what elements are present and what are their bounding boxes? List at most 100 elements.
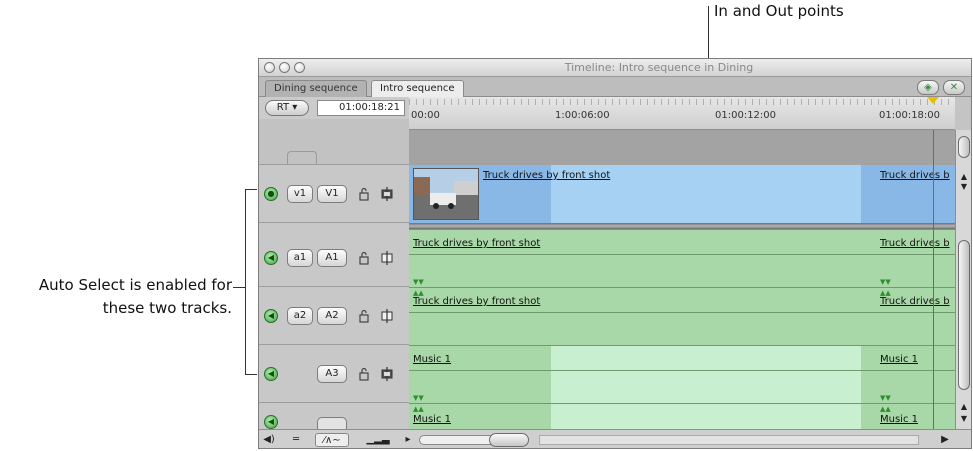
auto-select-callout-line2: these two tracks. xyxy=(102,299,232,317)
audio-level-line xyxy=(409,370,955,371)
zoom-slider-thumb[interactable] xyxy=(489,433,529,447)
zoom-window-button[interactable] xyxy=(294,62,305,73)
speaker-icon[interactable]: ◀ xyxy=(264,415,278,429)
empty-patch-slot xyxy=(287,151,317,165)
clip-name-a1-right: Truck drives b xyxy=(880,238,950,249)
title-bar: Timeline: Intro sequence in Dining xyxy=(259,59,971,77)
auto-select-icon[interactable] xyxy=(381,309,393,323)
clip-overlays-icon[interactable]: ⁄∧∼ xyxy=(315,433,349,447)
track-a3-clip[interactable]: Music 1 Music 1 ▼▼ ▼▼ xyxy=(409,345,955,403)
tab-dining-sequence[interactable]: Dining sequence xyxy=(265,80,367,97)
empty-video-header xyxy=(259,119,409,165)
auto-select-icon[interactable] xyxy=(381,251,393,265)
source-control-v1[interactable]: v1 xyxy=(287,185,313,203)
track-visibility-icon[interactable]: ● xyxy=(264,187,278,201)
auto-select-icon[interactable] xyxy=(381,187,393,201)
window-title: Timeline: Intro sequence in Dining xyxy=(564,61,754,74)
clip-name-a2-right: Truck drives b xyxy=(880,296,950,307)
destination-control-a4[interactable] xyxy=(317,417,347,429)
scroll-right-arrow-icon[interactable]: ▶ xyxy=(939,433,951,447)
track-header-a2: ◀ a2 A2 xyxy=(259,287,409,345)
ruler-label-start: 00:00 xyxy=(411,110,440,121)
timecode-field[interactable]: 01:00:18:21 xyxy=(317,100,405,116)
track-header-a4: ◀ xyxy=(259,403,409,429)
track-a1-clip[interactable]: Truck drives by front shot Truck drives … xyxy=(409,229,955,287)
audio-scroll-thumb[interactable] xyxy=(958,240,970,390)
close-window-button[interactable] xyxy=(264,62,275,73)
clip-name-a3-right: Music 1 xyxy=(880,354,918,365)
callout-bracket-top xyxy=(245,189,257,190)
in-out-points-callout: In and Out points xyxy=(714,2,844,20)
speaker-icon[interactable]: ◀ xyxy=(264,309,278,323)
horizontal-scrollbar[interactable] xyxy=(539,435,919,445)
ruler-ticks xyxy=(409,99,955,105)
clip-name-v1: Truck drives by front shot xyxy=(483,170,611,181)
destination-control-a3[interactable]: A3 xyxy=(317,365,347,383)
track-header-v1: ● v1 V1 xyxy=(259,165,409,223)
callout-line-auto-select-stub xyxy=(233,287,245,288)
source-control-a1[interactable]: a1 xyxy=(287,249,313,267)
track-a2-clip[interactable]: ▲▲ ▲▲ Truck drives by front shot Truck d… xyxy=(409,287,955,345)
clip-thumbnail xyxy=(413,168,479,220)
keyframe-icon: ▲▲ xyxy=(880,405,891,413)
track-header-a1: ◀ a1 A1 xyxy=(259,229,409,287)
scroll-down-arrow-icon[interactable]: ▼ xyxy=(958,414,970,424)
lock-icon[interactable] xyxy=(359,367,369,381)
keyframe-icon: ▼▼ xyxy=(413,394,424,402)
track-header-a3: ◀ A3 xyxy=(259,345,409,403)
keyframe-icon: ▼▼ xyxy=(880,394,891,402)
timeline-bottom-bar: ◀) ═ ⁄∧∼ ▁▂▃ ▸ ▶ xyxy=(259,429,971,448)
auto-select-icon[interactable] xyxy=(381,367,393,381)
clip-name-a4-right: Music 1 xyxy=(880,414,918,425)
destination-control-v1[interactable]: V1 xyxy=(317,185,347,203)
timeline-controls: RT ▾ 01:00:18:21 xyxy=(259,97,409,119)
linking-icon[interactable]: ✕ xyxy=(943,80,965,95)
audio-controls-icon[interactable]: ◀) xyxy=(263,433,275,447)
playhead-marker[interactable] xyxy=(927,97,939,104)
timeline-window: Timeline: Intro sequence in Dining Dinin… xyxy=(258,58,972,449)
snapping-icon[interactable]: ◈ xyxy=(917,80,939,95)
lock-icon[interactable] xyxy=(359,309,369,323)
scroll-up-arrow-icon[interactable]: ▲ xyxy=(958,172,970,182)
tab-intro-sequence[interactable]: Intro sequence xyxy=(371,80,464,97)
callout-bracket-bottom xyxy=(245,374,257,375)
ruler-label-12s: 01:00:12:00 xyxy=(715,110,777,121)
timeline-tracks: Truck drives by front shot Truck drives … xyxy=(409,130,955,429)
clip-name-a2: Truck drives by front shot xyxy=(413,296,541,307)
track-a4-clip[interactable]: ▲▲ ▲▲ Music 1 Music 1 xyxy=(409,403,955,429)
source-control-a2[interactable]: a2 xyxy=(287,307,313,325)
zoom-out-arrow-icon[interactable]: ▸ xyxy=(403,433,413,447)
sequence-tabs: Dining sequence Intro sequence ◈ ✕ xyxy=(259,77,971,97)
video-scroll-thumb[interactable] xyxy=(958,136,970,158)
time-ruler[interactable]: 00:00 1:00:06:00 01:00:12:00 01:00:18:00 xyxy=(409,97,955,130)
clip-name-a1: Truck drives by front shot xyxy=(413,238,541,249)
destination-control-a1[interactable]: A1 xyxy=(317,249,347,267)
lock-icon[interactable] xyxy=(359,251,369,265)
scroll-up-arrow-icon[interactable]: ▲ xyxy=(958,402,970,412)
speaker-icon[interactable]: ◀ xyxy=(264,251,278,265)
vertical-scrollbar[interactable]: ▲ ▼ ▲ ▼ xyxy=(955,130,971,429)
ruler-label-6s: 1:00:06:00 xyxy=(555,110,610,121)
track-v1-clip[interactable]: Truck drives by front shot Truck drives … xyxy=(409,165,955,223)
callout-bracket-vertical xyxy=(245,189,246,374)
in-out-highlight xyxy=(551,346,861,403)
rt-menu-button[interactable]: RT ▾ xyxy=(265,100,309,116)
in-out-highlight xyxy=(551,404,861,429)
scroll-down-arrow-icon[interactable]: ▼ xyxy=(958,182,970,192)
ruler-label-18s: 01:00:18:00 xyxy=(879,110,941,121)
keyframe-icon: ▼▼ xyxy=(413,278,424,286)
rt-label: RT xyxy=(276,102,290,113)
lock-icon[interactable] xyxy=(359,187,369,201)
audio-level-line xyxy=(409,312,955,313)
auto-select-callout-line1: Auto Select is enabled for xyxy=(38,276,232,294)
playhead-line[interactable] xyxy=(933,130,934,429)
clip-name-a3: Music 1 xyxy=(413,354,451,365)
auto-select-callout: Auto Select is enabled for these two tra… xyxy=(0,274,232,320)
speaker-icon[interactable]: ◀ xyxy=(264,367,278,381)
keyframe-icon: ▼▼ xyxy=(880,278,891,286)
minimize-window-button[interactable] xyxy=(279,62,290,73)
destination-control-a2[interactable]: A2 xyxy=(317,307,347,325)
track-height-icon[interactable]: ═ xyxy=(281,433,311,447)
keyframe-icon: ▲▲ xyxy=(413,405,424,413)
track-size-icon[interactable]: ▁▂▃ xyxy=(355,433,401,447)
